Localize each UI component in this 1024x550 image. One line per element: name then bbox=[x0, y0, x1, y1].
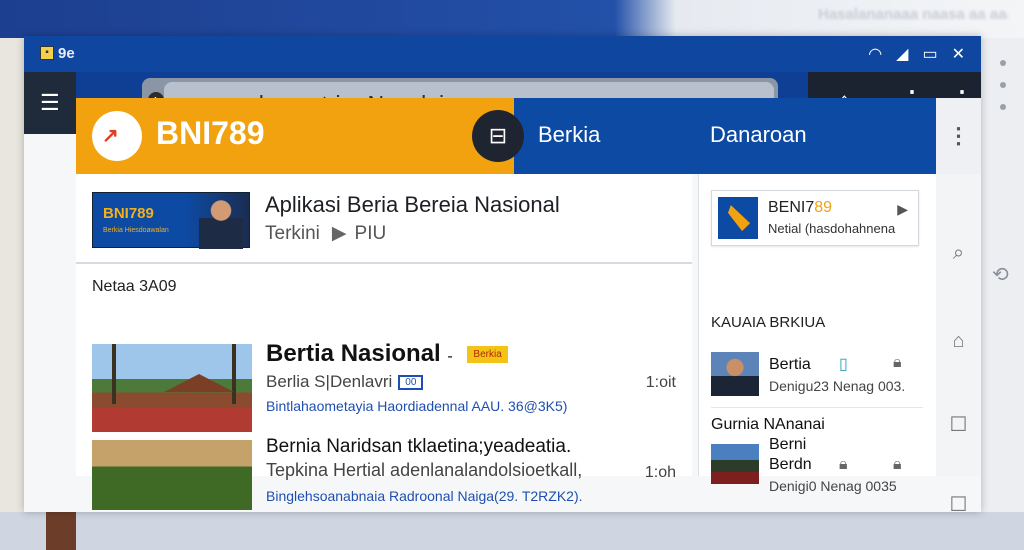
hero-portrait bbox=[199, 197, 243, 249]
aside-item-title-3: Berdn bbox=[769, 456, 812, 473]
side-menu-icon[interactable]: ⋮ bbox=[936, 98, 981, 174]
hamburger-menu-icon: ☰ bbox=[40, 90, 60, 115]
square-icon[interactable]: ☐ bbox=[936, 412, 981, 437]
window-title: 9e bbox=[58, 45, 75, 62]
palm-tree bbox=[232, 344, 236, 404]
news-link[interactable]: Bintlahaometayia Haordiadennal AAU. 36@3… bbox=[266, 398, 567, 414]
news-item[interactable]: Bertia Nasional - Berkia Berlia S|Denlav… bbox=[92, 340, 676, 436]
aside-news-item[interactable]: Bertia Denigu23 Nenag 003. ▯ 🔒︎ bbox=[711, 346, 923, 408]
menu-button[interactable]: ☰ bbox=[24, 72, 76, 134]
aside-card-subtitle: Netial (hasdohahnena bbox=[768, 221, 896, 236]
search-icon[interactable]: ⌕ bbox=[936, 242, 981, 265]
background-refresh-icon: ⟲ bbox=[992, 264, 1009, 286]
building-roof bbox=[164, 374, 234, 392]
brand-header: ↗ BNI789 ⊟ Berkia Danaroan bbox=[76, 98, 936, 174]
news-meta: Berlia S|Denlavri 00 bbox=[266, 372, 424, 392]
hero-subtitle: Terkini ▶ PIU bbox=[265, 222, 386, 245]
status-icons: ◠ ◢ ▭ ✕ bbox=[868, 44, 965, 64]
news-title[interactable]: Bertia Nasional - Berkia bbox=[266, 340, 508, 368]
aside-item-sub: Denigu23 Nenag 003. bbox=[769, 378, 906, 394]
aside-card-title: BENI789 bbox=[768, 199, 832, 217]
battery-icon: ▭ bbox=[922, 46, 938, 63]
background-dot bbox=[1000, 82, 1006, 88]
play-icon[interactable]: ▶ bbox=[897, 201, 908, 218]
aside-thumbnail[interactable] bbox=[711, 352, 759, 396]
background-dot bbox=[1000, 60, 1006, 66]
hero-banner-image[interactable]: BNI789 Berkia Hiesdoawalan bbox=[92, 192, 250, 249]
hero-subtitle-text: Terkini bbox=[265, 223, 320, 244]
aside-section-label: KAUAIA BRKIUA bbox=[711, 314, 826, 331]
aside-logo-icon bbox=[718, 197, 758, 239]
news-meta-text: Berlia S|Denlavri bbox=[266, 372, 393, 391]
news-main-column: BNI789 Berkia Hiesdoawalan Aplikasi Beri… bbox=[76, 174, 692, 510]
aside-item-title-2: Berni bbox=[769, 436, 807, 453]
close-icon[interactable]: ✕ bbox=[952, 44, 965, 64]
news-title-separator: - bbox=[447, 348, 453, 365]
meta-badge: 00 bbox=[398, 375, 424, 391]
news-meta: Tepkina Hertial adenlanalandolsioetkall, bbox=[266, 460, 583, 480]
news-title[interactable]: Bernia Naridsan tklaetina;yeadeatia. bbox=[266, 436, 571, 458]
right-rail: ⌕ ⌂ ☐ ☐ bbox=[936, 174, 981, 516]
aside-item-title[interactable]: Bertia bbox=[769, 356, 811, 374]
brand-logo-icon[interactable]: ↗ bbox=[92, 111, 142, 161]
hero-title[interactable]: Aplikasi Beria Bereia Nasional bbox=[265, 192, 560, 218]
square-icon[interactable]: ☐ bbox=[936, 492, 981, 517]
news-thumbnail[interactable] bbox=[92, 344, 252, 432]
news-time: 1:oh bbox=[644, 464, 676, 481]
play-icon[interactable]: ▶ bbox=[332, 223, 347, 244]
nav-item-berkia[interactable]: Berkia bbox=[538, 122, 600, 148]
hero-banner-subtitle: Berkia Hiesdoawalan bbox=[103, 227, 169, 234]
background-dot bbox=[1000, 104, 1006, 110]
news-link[interactable]: Binglehsoanabnaia Radroonal Naiga(29. T2… bbox=[266, 488, 583, 504]
aside-thumbnail[interactable] bbox=[711, 444, 759, 484]
aside-news-item[interactable]: Gurnia NAnanai Berni Berdn 🔒︎ 🔒︎ bbox=[711, 414, 923, 484]
lock-icon[interactable]: 🔒︎ bbox=[893, 354, 902, 372]
section-label: Netaa 3A09 bbox=[92, 278, 177, 295]
aside-promo-card[interactable]: BENI789 Netial (hasdohahnena ▶ bbox=[711, 190, 919, 246]
brand-logo-area: ↗ BNI789 bbox=[76, 98, 514, 174]
signal-icon: ◢ bbox=[896, 46, 909, 63]
category-badge[interactable]: Berkia bbox=[467, 346, 508, 364]
bookmark-button[interactable]: ⊟ bbox=[472, 110, 524, 162]
lock-icon[interactable]: 🔒︎ bbox=[839, 456, 848, 474]
wifi-icon: ◠ bbox=[868, 46, 883, 63]
aside-card-title-main: BENI7 bbox=[768, 199, 815, 216]
news-time: 1:oit bbox=[645, 374, 676, 391]
news-title-text: Bertia Nasional bbox=[266, 340, 441, 367]
nav-item-danaroan[interactable]: Danaroan bbox=[710, 122, 807, 148]
aside-item-sub: Denigi0 Nenag 0035 bbox=[769, 478, 897, 494]
aside-card-title-accent: 89 bbox=[814, 199, 833, 216]
hero-banner-title: BNI789 bbox=[103, 205, 154, 222]
hero-card[interactable]: BNI789 Berkia Hiesdoawalan Aplikasi Beri… bbox=[76, 174, 692, 264]
lock-icon[interactable]: 🔒︎ bbox=[893, 456, 902, 474]
phone-icon[interactable]: ▯ bbox=[839, 354, 848, 374]
news-thumbnail[interactable] bbox=[92, 440, 252, 510]
status-bar: ▪ 9e ◠ ◢ ▭ ✕ bbox=[24, 36, 981, 72]
home-outline-icon[interactable]: ⌂ bbox=[936, 330, 981, 353]
palm-tree bbox=[112, 344, 116, 404]
brand-name[interactable]: BNI789 bbox=[156, 115, 265, 152]
hero-subtitle-tag: PIU bbox=[354, 223, 387, 244]
news-item[interactable]: Bernia Naridsan tklaetina;yeadeatia. Tep… bbox=[92, 436, 676, 510]
aside-item-title[interactable]: Gurnia NAnanai bbox=[711, 416, 825, 434]
favicon-icon: ▪ bbox=[40, 46, 54, 60]
background-blurred-text: Hasalananaaa naasa aa aaa bbox=[818, 6, 1008, 22]
aside-column: BENI789 Netial (hasdohahnena ▶ KAUAIA BR… bbox=[698, 174, 936, 494]
